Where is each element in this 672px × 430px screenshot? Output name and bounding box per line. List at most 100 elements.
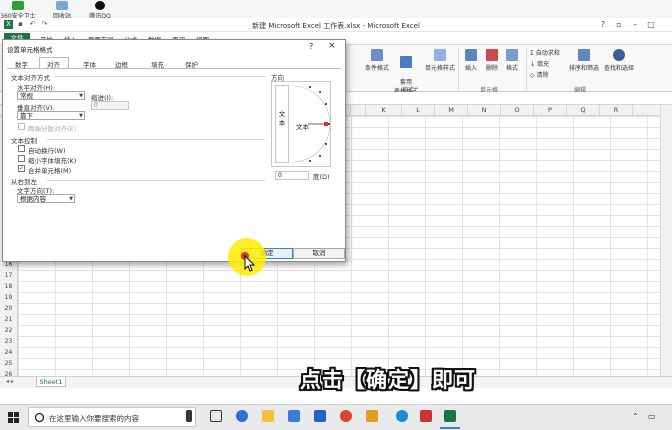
tab-divider bbox=[7, 68, 341, 69]
window-title: 新建 Microsoft Excel 工作表.xlsx - Microsoft … bbox=[252, 22, 420, 30]
row-header[interactable]: 19 bbox=[0, 292, 17, 303]
media-icon[interactable] bbox=[366, 410, 378, 422]
section-text-control: 文本控制 bbox=[11, 137, 37, 145]
chevron-down-icon: ▼ bbox=[79, 113, 83, 119]
wrap-text-checkbox[interactable] bbox=[18, 145, 25, 152]
mail-icon[interactable] bbox=[314, 410, 326, 422]
edge-icon[interactable] bbox=[236, 410, 248, 422]
button-label: 格式 bbox=[505, 65, 518, 72]
degrees-label: 度(D) bbox=[313, 173, 330, 181]
search-icon bbox=[34, 412, 45, 423]
insert-cells-button[interactable]: 插入 bbox=[460, 49, 482, 72]
find-select-button[interactable]: 查找和选择 bbox=[600, 49, 638, 72]
cancel-button[interactable]: 取消 bbox=[293, 248, 345, 259]
vertical-text-button[interactable]: 文本 bbox=[275, 85, 289, 163]
column-header[interactable]: L bbox=[402, 105, 435, 116]
video-subtitle: 点击【确定】即可 bbox=[300, 368, 476, 392]
sheet-nav-icon[interactable]: ◂ ▸ bbox=[6, 378, 14, 385]
text-direction-select[interactable]: 根据内容 ▼ bbox=[17, 194, 75, 203]
windows-start-icon[interactable] bbox=[8, 412, 19, 423]
minimize-icon[interactable]: – bbox=[628, 20, 642, 30]
section-divider bbox=[55, 76, 265, 77]
button-label: 清除 bbox=[536, 72, 549, 79]
ribbon-display-icon[interactable]: ▫ bbox=[612, 20, 626, 30]
column-header[interactable]: P bbox=[534, 105, 567, 116]
fill-down-icon: ↓ bbox=[530, 61, 537, 68]
button-label: 单元格样式 bbox=[424, 65, 455, 72]
sheet-tab[interactable]: Sheet1 bbox=[36, 377, 66, 387]
section-divider bbox=[47, 139, 265, 140]
sort-filter-button[interactable]: 排序和筛选 bbox=[566, 49, 602, 72]
binoculars-icon bbox=[613, 49, 625, 61]
column-header[interactable]: Q bbox=[567, 105, 600, 116]
security-shield-icon bbox=[12, 1, 24, 10]
column-header[interactable]: M bbox=[435, 105, 468, 116]
cell-styles-button[interactable]: 单元格样式 bbox=[420, 49, 460, 72]
network-icon[interactable]: ▭ bbox=[648, 412, 656, 421]
select-value: 根据内容 bbox=[20, 195, 46, 203]
row-header[interactable]: 17 bbox=[0, 270, 17, 281]
row-header[interactable]: 22 bbox=[0, 325, 17, 336]
chrome-icon[interactable] bbox=[340, 410, 352, 422]
conditional-format-icon bbox=[371, 49, 383, 61]
vertical-align-select[interactable]: 靠下 ▼ bbox=[17, 111, 85, 120]
column-header[interactable]: K bbox=[366, 105, 402, 116]
button-label: 插入 bbox=[464, 65, 477, 72]
ie-icon[interactable] bbox=[396, 410, 408, 422]
delete-cells-button[interactable]: 删除 bbox=[482, 49, 502, 72]
table-icon bbox=[400, 56, 412, 68]
task-view-icon[interactable] bbox=[210, 410, 222, 422]
taskbar-search-box[interactable]: 在这里输入你要搜索的内容 bbox=[28, 407, 196, 427]
format-cells-button[interactable]: 格式 bbox=[502, 49, 522, 72]
sort-filter-icon bbox=[578, 49, 590, 61]
insert-cells-icon bbox=[465, 49, 477, 61]
spinner-value: 0 bbox=[278, 172, 282, 179]
column-header[interactable]: N bbox=[468, 105, 501, 116]
degrees-spinner[interactable]: 0 bbox=[275, 171, 309, 180]
shrink-to-fit-checkbox[interactable] bbox=[18, 155, 25, 162]
horizontal-align-select[interactable]: 常规 ▼ bbox=[17, 91, 85, 100]
store-icon[interactable] bbox=[288, 410, 300, 422]
active-app-indicator bbox=[440, 427, 460, 429]
row-header[interactable]: 24 bbox=[0, 347, 17, 358]
row-header[interactable]: 23 bbox=[0, 336, 17, 347]
distributed-checkbox[interactable] bbox=[18, 123, 25, 130]
merge-cells-checkbox[interactable]: ✓ bbox=[18, 165, 25, 172]
spinner-value: 0 bbox=[94, 102, 98, 109]
microphone-icon[interactable] bbox=[186, 410, 192, 422]
conditional-format-button[interactable]: 条件格式 bbox=[360, 49, 394, 72]
column-header[interactable]: O bbox=[501, 105, 534, 116]
distributed-label: 两端分散对齐(E) bbox=[28, 125, 77, 133]
desktop-icon-strip: 360安全卫士 回收站 腾讯QQ bbox=[0, 0, 672, 20]
button-label: 删除 bbox=[485, 65, 498, 72]
row-header[interactable]: 18 bbox=[0, 281, 17, 292]
dialog-title: 设置单元格格式 bbox=[7, 46, 53, 54]
indent-spinner[interactable]: 0 bbox=[91, 101, 129, 110]
close-icon[interactable]: × bbox=[328, 41, 336, 51]
fill-button[interactable]: ↓ 填充 bbox=[530, 59, 549, 68]
vertical-scrollbar[interactable] bbox=[660, 105, 672, 376]
button-label: 排序和筛选 bbox=[568, 65, 599, 72]
systray-icon[interactable]: ⌃ bbox=[632, 412, 639, 421]
row-header[interactable]: 21 bbox=[0, 314, 17, 325]
column-header[interactable] bbox=[351, 105, 366, 116]
maximize-icon[interactable]: □ bbox=[644, 20, 658, 30]
recycle-bin-icon bbox=[56, 1, 68, 10]
row-header[interactable]: 20 bbox=[0, 303, 17, 314]
help-icon[interactable]: ? bbox=[596, 20, 610, 30]
column-header[interactable]: R bbox=[600, 105, 633, 116]
excel-icon[interactable] bbox=[444, 410, 456, 422]
mouse-pointer-icon bbox=[244, 255, 256, 272]
autosum-button[interactable]: Σ 自动求和 bbox=[530, 48, 560, 57]
row-header[interactable]: 25 bbox=[0, 358, 17, 369]
search-placeholder: 在这里输入你要搜索的内容 bbox=[49, 414, 139, 423]
group-separator bbox=[458, 48, 459, 90]
help-icon[interactable]: ? bbox=[309, 42, 313, 51]
clear-button[interactable]: ◇ 清除 bbox=[530, 70, 549, 79]
app-icon[interactable] bbox=[420, 410, 432, 422]
orientation-box[interactable]: 文本 文本 bbox=[271, 81, 331, 167]
file-explorer-icon[interactable] bbox=[262, 410, 274, 422]
button-label: 填充 bbox=[536, 61, 549, 68]
select-value: 靠下 bbox=[20, 112, 33, 120]
vertical-text-label: 文本 bbox=[278, 110, 286, 127]
